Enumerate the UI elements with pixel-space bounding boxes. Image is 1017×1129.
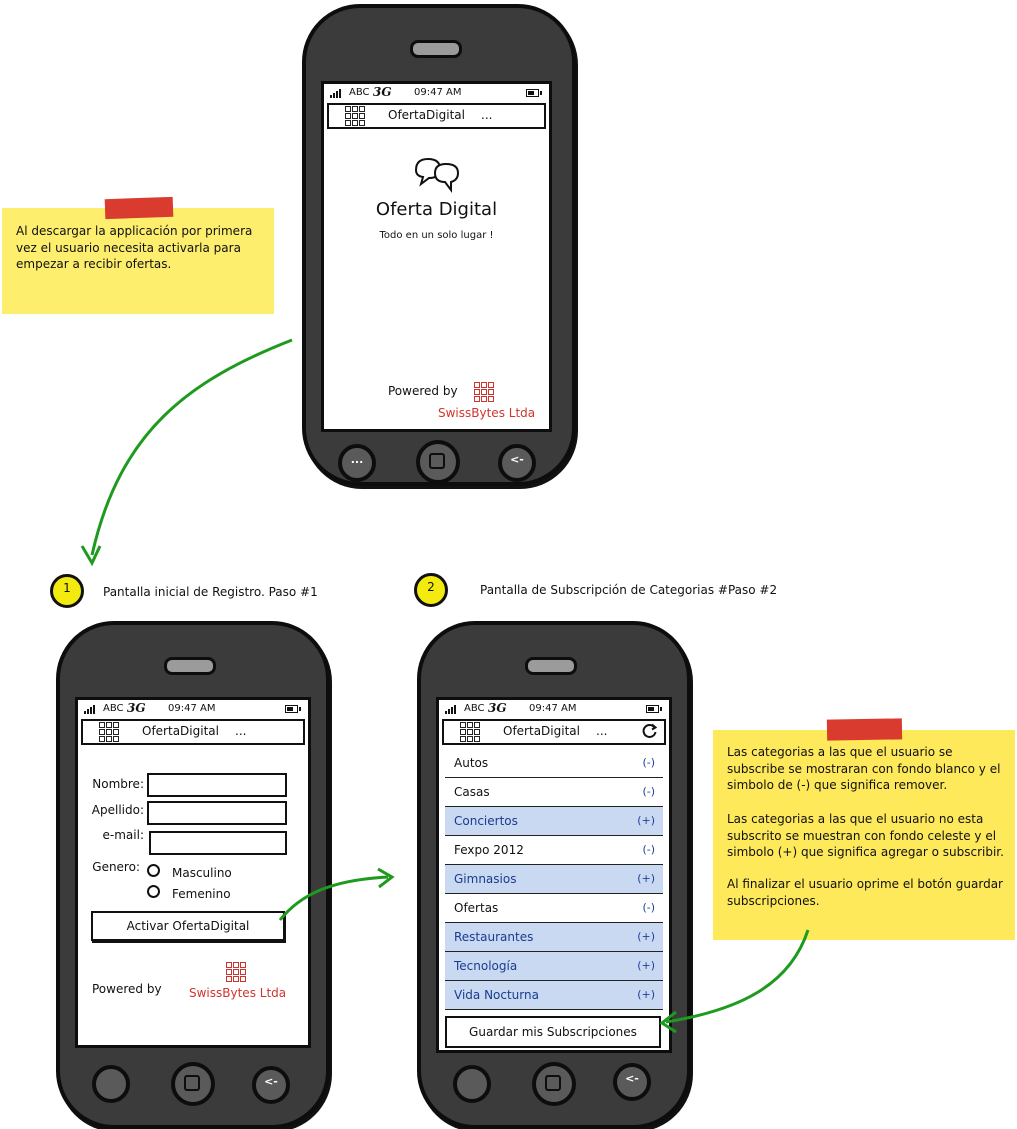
arrow-registration-to-subscriptions <box>278 875 389 921</box>
arrow-splash-to-registration <box>90 338 293 556</box>
flow-arrows <box>80 338 810 1034</box>
arrow-note-to-save-button <box>665 929 810 1024</box>
